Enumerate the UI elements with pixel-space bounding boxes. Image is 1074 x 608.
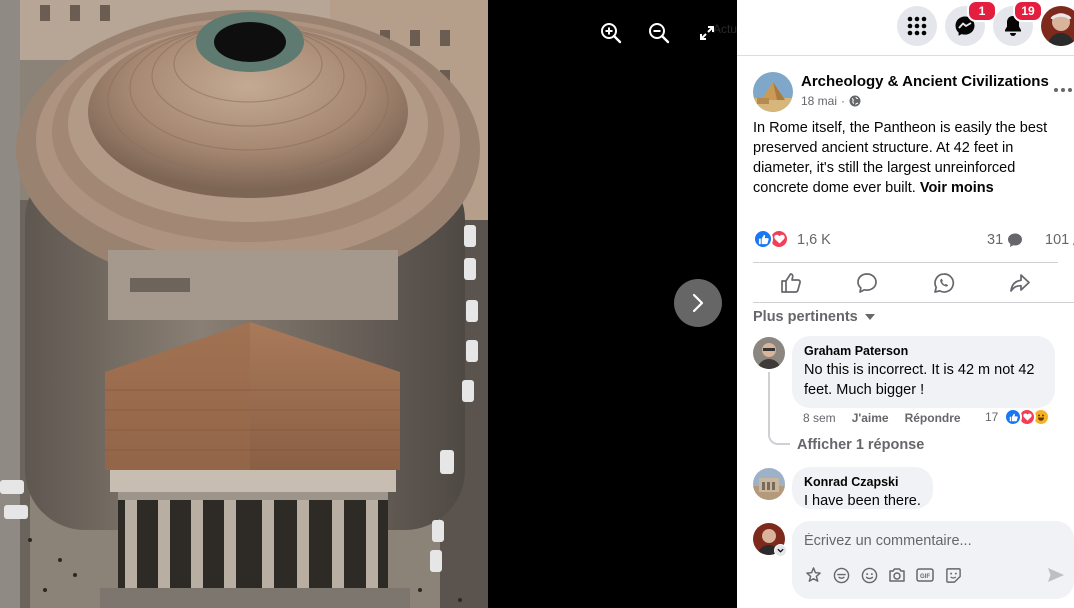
comment-actions: 8 sem J'aime Répondre	[803, 411, 961, 425]
avatar-sticker-button[interactable]	[804, 566, 822, 584]
top-bar: 1 19	[737, 0, 1074, 56]
comment-button[interactable]	[829, 264, 905, 302]
comment-author[interactable]: Graham Paterson	[804, 344, 1043, 358]
camera-icon	[889, 568, 905, 582]
comment-sort-filter[interactable]: Plus pertinents	[753, 309, 876, 325]
share-count[interactable]: 101	[1045, 232, 1074, 248]
profile-avatar[interactable]	[1041, 6, 1074, 46]
messenger-badge: 1	[967, 0, 997, 22]
comment-bubble-icon	[1008, 233, 1023, 247]
comment-author[interactable]: Konrad Czapski	[804, 475, 921, 489]
pyramid-sphinx-avatar	[753, 72, 793, 112]
more-dots-icon	[1054, 88, 1072, 92]
comment-composer: GIF	[792, 521, 1074, 599]
caret-down-icon	[864, 314, 875, 320]
avatar-button[interactable]	[832, 566, 850, 584]
sticker-icon	[945, 567, 961, 583]
fullscreen-button[interactable]	[693, 19, 721, 47]
notifications-badge: 19	[1013, 0, 1043, 22]
send-icon	[1048, 568, 1064, 582]
sticker-button[interactable]	[944, 566, 962, 584]
post-header: Archeology & Ancient Civilizations 18 ma…	[753, 72, 1073, 112]
pantheon-photo[interactable]	[0, 0, 488, 608]
meta-separator: ·	[841, 94, 846, 108]
comment-avatar[interactable]	[753, 468, 785, 500]
filter-label: Plus pertinents	[753, 309, 858, 325]
post-meta: 18 mai ·	[801, 94, 861, 108]
reactions-summary: 1,6 K 31 101	[753, 228, 1074, 252]
zoom-in-icon	[601, 23, 622, 44]
next-photo-button[interactable]	[674, 279, 722, 327]
photo-button[interactable]	[888, 566, 906, 584]
pantheon-aerial-image	[0, 0, 488, 608]
post-body: In Rome itself, the Pantheon is easily t…	[753, 118, 1065, 198]
composer-tools: GIF	[804, 566, 962, 584]
thumbs-up-icon	[781, 273, 801, 293]
comment-like-link[interactable]: J'aime	[852, 411, 889, 425]
comment-time[interactable]: 8 sem	[803, 411, 836, 425]
photo-viewer: Actualiser l'écran	[0, 0, 737, 608]
like-reaction-icon	[753, 229, 773, 249]
page-avatar[interactable]	[753, 72, 793, 112]
avatar-image	[1041, 6, 1074, 46]
share-button[interactable]	[982, 264, 1058, 302]
see-less-link[interactable]: Voir moins	[920, 180, 994, 196]
comment-count[interactable]: 31	[987, 232, 1023, 248]
menu-button[interactable]	[897, 6, 937, 46]
share-arrow-icon	[1010, 274, 1030, 292]
svg-text:GIF: GIF	[920, 574, 930, 580]
gif-icon: GIF	[916, 568, 934, 582]
zoom-out-button[interactable]	[645, 19, 673, 47]
more-options-button[interactable]	[1053, 80, 1073, 100]
facebook-photo-view: Actualiser l'écran	[0, 0, 1074, 608]
send-comment-button[interactable]	[1046, 566, 1066, 584]
emoji-button[interactable]	[860, 566, 878, 584]
comment-reply-link[interactable]: Répondre	[905, 411, 961, 425]
comment-bubble: Graham Paterson No this is incorrect. It…	[792, 336, 1055, 408]
avatar-sticker-icon	[805, 566, 821, 582]
avatar-icon	[833, 567, 849, 583]
comment-text: I have been there.	[804, 493, 921, 509]
whatsapp-icon	[933, 273, 954, 293]
comment-reactions[interactable]: 17	[985, 408, 1051, 426]
chevron-down-icon	[777, 548, 784, 553]
notifications-button[interactable]: 19	[993, 0, 1043, 46]
zoom-out-icon	[649, 23, 670, 44]
comment-reaction-count: 17	[985, 410, 999, 424]
like-button[interactable]	[753, 264, 829, 302]
page-name-link[interactable]: Archeology & Ancient Civilizations	[801, 73, 1049, 90]
comment-icon	[857, 273, 878, 293]
show-replies-link[interactable]: Afficher 1 réponse	[797, 437, 924, 453]
fullscreen-icon	[700, 26, 714, 40]
post-panel: 1 19 Archeology & Ancient Civilizations …	[737, 0, 1074, 608]
messenger-button[interactable]: 1	[945, 0, 997, 46]
grid-menu-icon	[907, 16, 927, 36]
reaction-count[interactable]: 1,6 K	[797, 232, 831, 248]
chevron-right-icon	[692, 293, 704, 313]
zoom-in-button[interactable]	[597, 19, 625, 47]
divider	[753, 262, 1058, 263]
whatsapp-share-button[interactable]	[906, 264, 982, 302]
divider	[753, 302, 1074, 303]
post-text: In Rome itself, the Pantheon is easily t…	[753, 120, 1048, 196]
thread-line	[768, 372, 790, 445]
globe-icon	[849, 95, 861, 107]
comment-bubble: Konrad Czapski I have been there.	[792, 467, 933, 509]
gif-button[interactable]: GIF	[916, 566, 934, 584]
post-date[interactable]: 18 mai	[801, 94, 837, 108]
comment-count-value: 31	[987, 232, 1004, 248]
reaction-icons[interactable]	[753, 229, 789, 249]
emoji-icon	[861, 567, 877, 583]
post-actions	[753, 264, 1058, 302]
comment-avatar[interactable]	[753, 337, 785, 369]
profile-switch-button[interactable]	[774, 544, 787, 557]
share-count-value: 101	[1045, 232, 1070, 248]
comment-text: No this is incorrect. It is 42 m not 42 …	[804, 362, 1035, 398]
comment-input[interactable]	[804, 530, 1054, 552]
